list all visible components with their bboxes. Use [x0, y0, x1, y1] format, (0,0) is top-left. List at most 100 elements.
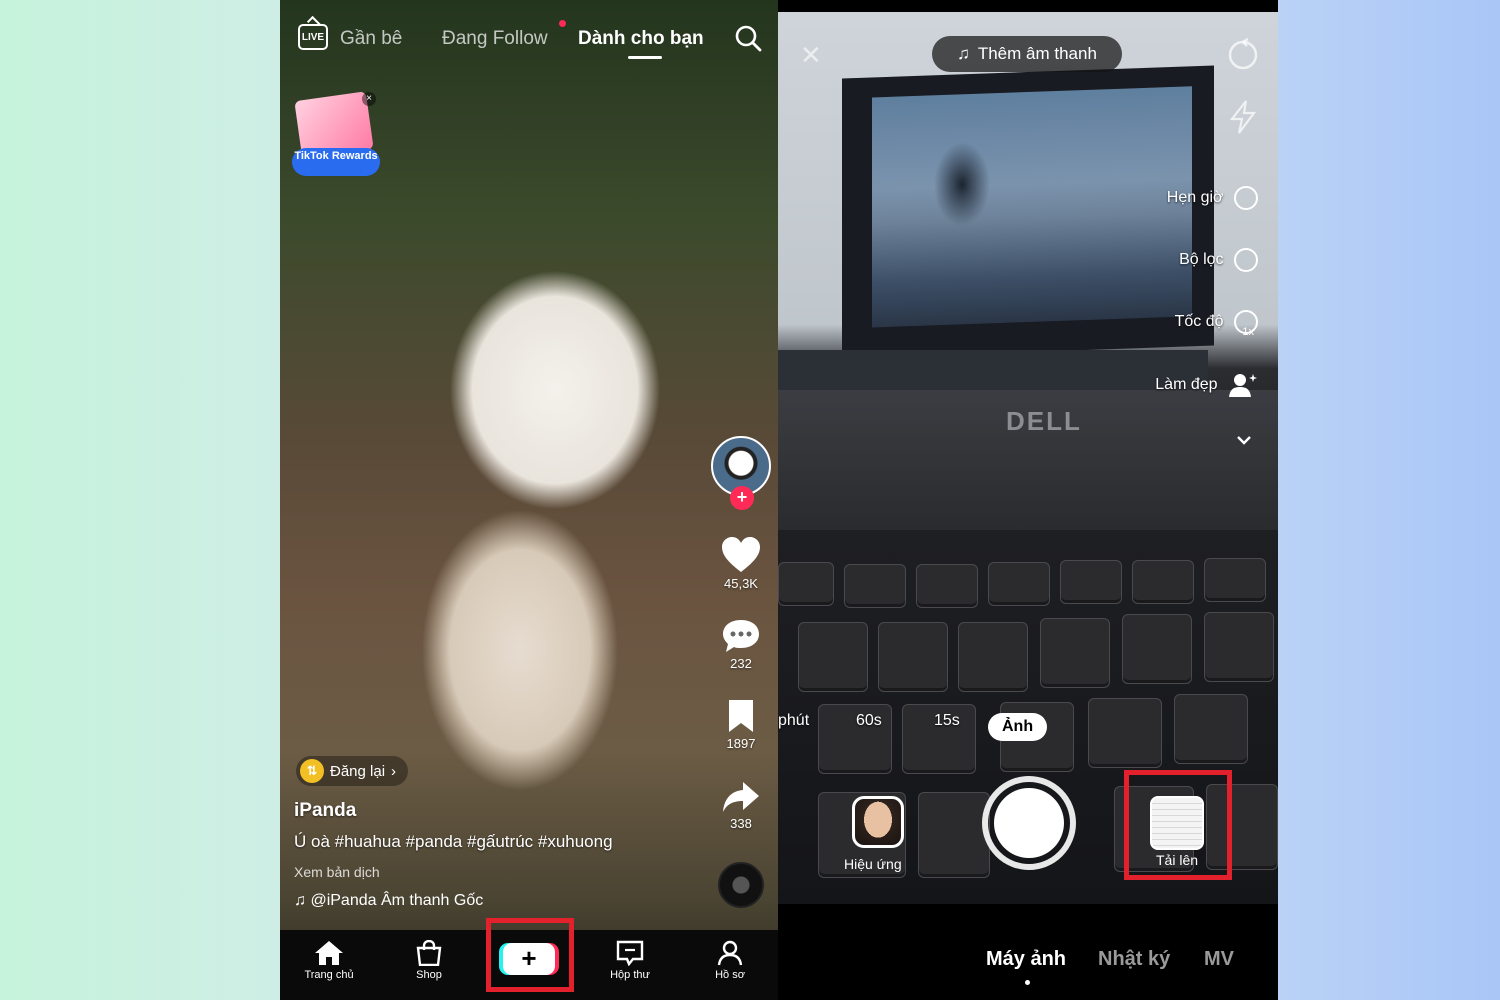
keyboard-key [778, 562, 834, 606]
keyboard-key [958, 622, 1028, 692]
comment-count: 232 [730, 656, 752, 671]
tab-for-you[interactable]: Dành cho bạn [578, 28, 704, 50]
shutter-button[interactable] [982, 776, 1076, 870]
upload-button-highlight [1124, 770, 1232, 880]
tab-story[interactable]: Nhật ký [1098, 948, 1170, 971]
keyboard-key [1132, 560, 1194, 604]
beauty-option[interactable]: Làm đẹp [1155, 372, 1258, 398]
keyboard-key [1060, 560, 1122, 604]
keyboard-key [988, 562, 1050, 606]
repost-label: Đăng lại [330, 762, 386, 780]
timer-icon [1234, 186, 1258, 210]
timer-option[interactable]: Hẹn giờ [1167, 186, 1258, 210]
comment-icon [723, 620, 759, 652]
close-icon[interactable]: × [362, 92, 376, 106]
windows-taskbar [778, 350, 1208, 390]
camera-bottom-tabs: Máy ảnh Nhật ký MV [778, 904, 1278, 1000]
keyboard-key [798, 622, 868, 692]
comment-button[interactable]: 232 [704, 618, 778, 671]
chevron-down-icon[interactable] [1236, 434, 1252, 446]
share-count: 338 [730, 816, 752, 831]
nav-profile[interactable]: Hồ sơ [690, 940, 770, 981]
mode-photo[interactable]: Ảnh [988, 713, 1048, 741]
filter-option[interactable]: Bộ lọc [1179, 248, 1258, 272]
tiktok-feed-screen: LIVE Gần bê Đang Follow Dành cho bạn Tik… [280, 0, 778, 1000]
speed-label: Tốc độ [1174, 313, 1224, 331]
keyboard-key [1122, 614, 1192, 684]
beauty-label: Làm đẹp [1155, 376, 1218, 394]
keyboard-key [1204, 612, 1274, 682]
heart-icon [722, 537, 760, 572]
nav-shop-label: Shop [416, 969, 442, 981]
sound-info[interactable]: ♫ @iPanda Âm thanh Gốc [294, 892, 483, 910]
keyboard-key [916, 564, 978, 608]
filter-label: Bộ lọc [1179, 251, 1224, 269]
tiktok-rewards-widget[interactable]: TikTok Rewards × [290, 90, 382, 182]
home-icon [315, 941, 343, 965]
music-disc-icon[interactable] [718, 862, 764, 908]
follow-plus-icon[interactable]: + [730, 486, 754, 510]
nav-home-label: Trang chủ [304, 969, 354, 981]
repost-icon: ⇅ [300, 759, 324, 783]
like-button[interactable]: 45,3K [704, 536, 778, 591]
speed-value: 1x [1242, 326, 1254, 338]
keyboard-key [1174, 694, 1248, 764]
keyboard-key [844, 564, 906, 608]
beauty-icon [1229, 374, 1257, 397]
nav-profile-label: Hồ sơ [715, 969, 745, 981]
effects-label: Hiệu ứng [844, 856, 902, 872]
chevron-right-icon: › [391, 762, 397, 780]
nav-inbox[interactable]: Hộp thư [590, 940, 670, 981]
wallpaper-image [872, 86, 1192, 328]
live-label: LIVE [301, 31, 325, 43]
profile-icon [717, 940, 743, 966]
status-bar [778, 0, 1278, 12]
nav-home[interactable]: Trang chủ [289, 940, 369, 981]
save-button[interactable]: 1897 [704, 698, 778, 751]
timer-label: Hẹn giờ [1166, 189, 1224, 207]
keyboard-key [1040, 618, 1110, 688]
dell-logo: DELL [1006, 406, 1082, 436]
tab-nearby[interactable]: Gần bê [340, 28, 402, 50]
tab-following[interactable]: Đang Follow [442, 28, 548, 50]
close-icon[interactable]: ✕ [800, 40, 822, 71]
mode-15s[interactable]: 15s [934, 712, 960, 730]
keyboard-key [1204, 558, 1266, 602]
filter-icon [1234, 248, 1258, 272]
inbox-icon [616, 940, 644, 966]
mode-60s[interactable]: 60s [856, 712, 882, 730]
feed-top-bar: LIVE Gần bê Đang Follow Dành cho bạn [280, 20, 778, 60]
shopping-bag-icon [416, 940, 442, 966]
rewards-label: TikTok Rewards [292, 148, 380, 176]
like-count: 45,3K [724, 576, 758, 591]
live-icon[interactable]: LIVE [298, 24, 328, 50]
add-sound-label: Thêm âm thanh [977, 44, 1097, 63]
tab-mv[interactable]: MV [1204, 948, 1234, 971]
search-icon[interactable] [734, 24, 762, 52]
active-tab-indicator [628, 56, 662, 59]
flip-camera-icon[interactable] [1226, 38, 1260, 72]
share-icon [723, 782, 759, 812]
nav-shop[interactable]: Shop [389, 940, 469, 981]
add-sound-button[interactable]: ♫ Thêm âm thanh [932, 36, 1122, 72]
tab-camera[interactable]: Máy ảnh [986, 948, 1066, 971]
music-note-icon: ♫ [957, 44, 970, 63]
creator-name[interactable]: iPanda [294, 800, 356, 822]
flash-icon[interactable] [1228, 100, 1258, 134]
active-tab-dot [1025, 980, 1030, 985]
video-caption: Ú oà #huahua #panda #gấutrúc #xuhuong [294, 832, 613, 851]
keyboard-key [1088, 698, 1162, 768]
repost-pill[interactable]: ⇅ Đăng lại › [296, 756, 409, 786]
share-button[interactable]: 338 [704, 780, 778, 831]
bookmark-icon [729, 700, 753, 732]
laptop-screen [842, 65, 1214, 359]
sound-label: @iPanda Âm thanh Gốc [310, 892, 484, 909]
effects-button[interactable] [852, 796, 904, 848]
mode-minutes[interactable]: phút [778, 712, 809, 730]
create-button-highlight [486, 918, 574, 992]
keyboard-key [918, 792, 990, 878]
tiktok-camera-screen: DELL ✕ ♫ Thêm âm thanh Hẹn giờ Bộ lọc Tố… [778, 0, 1278, 1000]
notification-dot [559, 20, 566, 27]
music-note-icon: ♫ [294, 892, 306, 909]
translate-link[interactable]: Xem bản dịch [294, 864, 380, 880]
